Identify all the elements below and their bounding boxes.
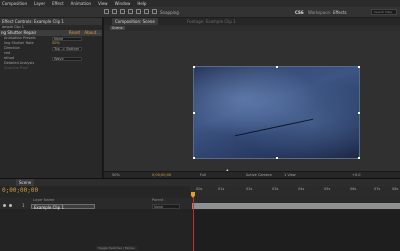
menu-bar: Composition Layer Effect Animation View … (0, 0, 400, 7)
shutter-rate-value[interactable]: 50% (52, 41, 60, 46)
ruler-tick: 02s (246, 187, 253, 191)
viewer-status-bar: 50% 0;00;00;00 Full Active Camera 1 View… (104, 171, 400, 178)
effect-reset-link[interactable]: Reset (69, 30, 80, 35)
hand-tool-button[interactable] (112, 9, 118, 15)
ruler-tick: 01s (218, 187, 225, 191)
rotate-tool-button[interactable] (128, 9, 134, 15)
zoom-tool-button[interactable] (120, 9, 126, 15)
menu-animation[interactable]: Animation (71, 0, 91, 7)
time-ruler[interactable]: 00s 01s 02s 03s 04s 05s 06s 07s 08s (190, 186, 400, 198)
layer-name-field[interactable]: Example Clip 1 (31, 203, 95, 210)
menu-window[interactable]: Window (115, 0, 131, 7)
transform-handle[interactable] (358, 66, 360, 68)
arrow-icon (104, 9, 109, 14)
tab-composition-scene[interactable]: Composition: Scene (112, 18, 158, 25)
ruler-tick: 04s (298, 187, 305, 191)
workspace-dropdown[interactable]: Effects (333, 8, 347, 17)
rotate-icon (128, 9, 133, 14)
timeline-layer-area (0, 210, 192, 251)
shape-tool-button[interactable] (152, 9, 158, 15)
timeline-timecode[interactable]: 0;00;00;00 (2, 187, 38, 194)
ruler-tick: 03s (272, 187, 279, 191)
visibility-eye-icon[interactable] (3, 204, 6, 207)
pan-behind-tool-button[interactable] (144, 9, 150, 15)
transform-handle[interactable] (193, 112, 195, 114)
menu-composition[interactable]: Composition (2, 0, 27, 7)
direction-dropdown[interactable]: Top -> Bottom (52, 46, 82, 51)
method-dropdown[interactable]: Wave (52, 56, 82, 61)
tab-footage[interactable]: Footage: Example Clip 1 (184, 18, 239, 25)
menu-help[interactable]: Help (137, 0, 146, 7)
timeline-panel: Scene 0;00;00;00 00s 01s 02s 03s 04s 05s… (0, 178, 400, 251)
transform-handle[interactable] (193, 157, 195, 159)
transform-handle[interactable] (358, 157, 360, 159)
camera-icon (136, 9, 141, 14)
layer-number: 1 (22, 203, 25, 208)
timeline-header: 0;00;00;00 00s 01s 02s 03s 04s 05s 06s 0… (0, 186, 400, 198)
ruler-tick: 08s (392, 187, 399, 191)
ruler-tick: 05s (324, 187, 331, 191)
playhead-line[interactable] (193, 198, 194, 251)
property-row: Scanline Pixel (0, 66, 102, 71)
tools-bar: Snapping CS6 Workspace: Effects Search H… (0, 7, 400, 18)
tab-scene-timeline[interactable]: Scene (16, 179, 35, 186)
cs6-label: CS6 (295, 10, 304, 15)
ruler-tick: 00s (196, 187, 203, 191)
effect-controls-panel: Effect Controls: Example Clip 1 ample Cl… (0, 18, 103, 178)
composition-canvas[interactable]: ▲ (104, 31, 400, 175)
rectangle-icon (152, 9, 157, 14)
effect-controls-tab[interactable]: Effect Controls: Example Clip 1 (0, 18, 102, 25)
viewer-tabs: Composition: Scene Footage: Example Clip… (104, 18, 400, 25)
footage-frame[interactable] (193, 66, 360, 159)
pan-behind-icon (144, 9, 149, 14)
layer-duration-bar[interactable] (192, 203, 400, 209)
menu-effect[interactable]: Effect (52, 0, 64, 7)
timeline-tabs: Scene (0, 179, 400, 186)
transform-handle[interactable] (276, 157, 278, 159)
transform-handle[interactable] (358, 112, 360, 114)
breadcrumb[interactable]: Scene (110, 26, 125, 30)
hand-icon (112, 9, 117, 14)
effect-about-link[interactable]: About... (84, 30, 100, 35)
workspace-label: Workspace: (308, 10, 332, 15)
camera-tool-button[interactable] (136, 9, 142, 15)
audio-icon[interactable] (9, 204, 12, 207)
toggle-switches-modes-button[interactable]: Toggle Switches / Modes (96, 246, 137, 250)
transform-handle[interactable] (193, 66, 195, 68)
transform-handle[interactable] (276, 66, 278, 68)
snapping-label[interactable]: Snapping (160, 8, 179, 17)
property-label: Scanline Pixel (4, 66, 29, 70)
ruler-tick: 07s (374, 187, 381, 191)
ice-crack (234, 118, 314, 137)
search-help-input[interactable]: Search Help (371, 9, 397, 15)
selection-tool-button[interactable] (104, 9, 110, 15)
timeline-layer-row[interactable]: 1 Example Clip 1 None (0, 203, 400, 210)
animation-presets-dropdown[interactable]: None (52, 36, 82, 41)
menu-layer[interactable]: Layer (34, 0, 45, 7)
menu-view[interactable]: View (98, 0, 108, 7)
timeline-track-area[interactable] (192, 210, 400, 251)
magnifier-icon (120, 9, 125, 14)
parent-dropdown[interactable]: None (152, 203, 180, 209)
composition-viewer: Composition: Scene Footage: Example Clip… (104, 18, 400, 178)
ruler-tick: 06s (350, 187, 357, 191)
